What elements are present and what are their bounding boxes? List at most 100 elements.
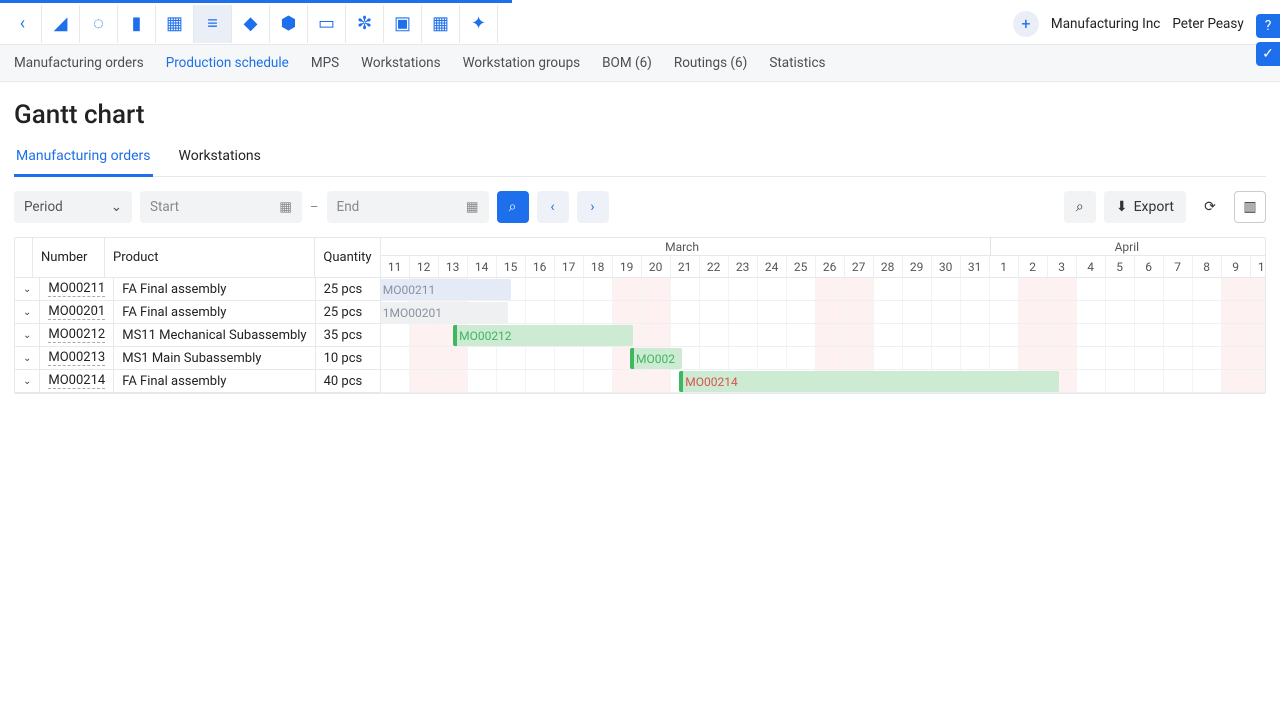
next-button[interactable]: ›: [577, 191, 609, 223]
order-number: MO00214: [40, 370, 114, 392]
user-name[interactable]: Peter Peasy: [1172, 16, 1243, 32]
gantt-cell: [1251, 324, 1265, 346]
day-cell: 12: [410, 256, 439, 277]
end-date-input[interactable]: End ▦: [327, 191, 489, 223]
gantt-cell: [584, 347, 613, 369]
gantt-bar[interactable]: 1MO00201: [381, 302, 509, 323]
nav-gear[interactable]: ✼: [346, 5, 384, 43]
subnav: Manufacturing orders Production schedule M…: [0, 45, 1280, 82]
gantt-cell: [1193, 301, 1222, 323]
end-placeholder: End: [337, 199, 360, 215]
search-button[interactable]: ⌕: [497, 191, 529, 223]
add-button[interactable]: +: [1013, 11, 1039, 37]
expand-all-toggle[interactable]: [15, 238, 33, 277]
gantt-cell: [497, 370, 526, 392]
nav-gauge[interactable]: ◌: [80, 5, 118, 43]
day-cell: 19: [613, 256, 642, 277]
gantt-cell: [1135, 278, 1164, 300]
nav-gift[interactable]: ▦: [422, 5, 460, 43]
nav-folder[interactable]: ▭: [308, 5, 346, 43]
row-expand-toggle[interactable]: ⌄: [15, 324, 40, 346]
gantt-row: MO00212: [381, 324, 1265, 347]
gantt-icon: ≡: [207, 15, 218, 33]
gantt-cell: [816, 324, 845, 346]
subnav-item[interactable]: MPS: [311, 55, 339, 71]
columns-icon: ▥: [1243, 199, 1256, 215]
tab[interactable]: Workstations: [177, 142, 263, 176]
gantt-bar-label: MO002: [636, 352, 675, 366]
gantt-cell: [845, 347, 874, 369]
subnav-item[interactable]: Statistics: [769, 55, 825, 71]
gantt-cell: [874, 347, 903, 369]
help-badge[interactable]: ?: [1256, 14, 1280, 38]
nav-gantt[interactable]: ≡: [194, 5, 232, 43]
nav-cube[interactable]: ◆: [232, 5, 270, 43]
subnav-item[interactable]: BOM (6): [602, 55, 652, 71]
nav-bulb[interactable]: ✦: [460, 5, 498, 43]
gantt-cell: [497, 347, 526, 369]
table-row: ⌄MO00213MS1 Main Subassembly10 pcs: [15, 347, 380, 370]
gantt-bar[interactable]: MO00214: [679, 371, 1059, 392]
subnav-item[interactable]: Production schedule: [166, 55, 289, 71]
order-link[interactable]: MO00212: [48, 327, 105, 343]
gantt-cell: [526, 370, 555, 392]
subnav-item[interactable]: Workstation groups: [463, 55, 581, 71]
gantt-bar[interactable]: MO00211: [381, 279, 512, 300]
col-header-number[interactable]: Number: [33, 238, 105, 277]
col-header-quantity[interactable]: Quantity: [315, 238, 379, 277]
order-number: MO00211: [40, 278, 114, 300]
monitor-icon: ▣: [394, 15, 411, 33]
period-select[interactable]: Period ⌄: [14, 191, 132, 223]
start-date-input[interactable]: Start ▦: [140, 191, 302, 223]
gantt-cell: [787, 301, 816, 323]
gantt-bar[interactable]: MO00212: [453, 325, 633, 346]
order-link[interactable]: MO00214: [48, 373, 105, 389]
nav-calendar[interactable]: ▦: [156, 5, 194, 43]
quantity: 40 pcs: [316, 370, 380, 392]
subnav-item[interactable]: Manufacturing orders: [14, 55, 144, 71]
gantt-cell: [1193, 278, 1222, 300]
quantity: 10 pcs: [316, 347, 380, 369]
tab[interactable]: Manufacturing orders: [14, 142, 153, 177]
columns-button[interactable]: ▥: [1234, 191, 1266, 223]
company-name[interactable]: Manufacturing Inc: [1051, 16, 1160, 32]
nav-bars[interactable]: ▮: [118, 5, 156, 43]
gantt-cell: [700, 324, 729, 346]
row-expand-toggle[interactable]: ⌄: [15, 278, 40, 300]
check-badge[interactable]: ✓: [1256, 42, 1280, 66]
nav-monitor[interactable]: ▣: [384, 5, 422, 43]
day-cell: 4: [1077, 256, 1106, 277]
gantt-cell: [526, 278, 555, 300]
gantt-cell: [700, 301, 729, 323]
gantt-cell: [816, 347, 845, 369]
refresh-button[interactable]: ⟳: [1194, 191, 1226, 223]
day-cell: 29: [903, 256, 932, 277]
gantt-row: 1MO00201: [381, 301, 1265, 324]
calendar-icon: ▦: [166, 15, 183, 33]
order-link[interactable]: MO00211: [48, 281, 105, 297]
order-link[interactable]: MO00201: [48, 304, 105, 320]
chevron-left-icon: ‹: [550, 199, 554, 215]
prev-button[interactable]: ‹: [537, 191, 569, 223]
gantt-cell: [729, 347, 758, 369]
col-header-product[interactable]: Product: [105, 238, 315, 277]
topbar: ‹ ◢ ◌ ▮ ▦ ≡ ◆ ⬢ ▭ ✼ ▣ ▦ ✦ + Manufacturin…: [0, 3, 1280, 45]
subnav-item[interactable]: Routings (6): [674, 55, 747, 71]
subnav-item[interactable]: Workstations: [361, 55, 440, 71]
row-expand-toggle[interactable]: ⌄: [15, 370, 40, 392]
row-expand-toggle[interactable]: ⌄: [15, 301, 40, 323]
nav-bag[interactable]: ⬢: [270, 5, 308, 43]
order-link[interactable]: MO00213: [48, 350, 105, 366]
find-button[interactable]: ⌕: [1064, 191, 1096, 223]
row-expand-toggle[interactable]: ⌄: [15, 347, 40, 369]
export-button[interactable]: ⬇ Export: [1104, 191, 1186, 223]
bars-icon: ▮: [132, 15, 142, 33]
gauge-icon: ◌: [93, 15, 104, 33]
gantt-cell: [1164, 347, 1193, 369]
product-name: FA Final assembly: [114, 301, 315, 323]
day-cell: 3: [1048, 256, 1077, 277]
gantt-bar[interactable]: MO002: [630, 348, 682, 369]
gantt-cell: [1048, 278, 1077, 300]
back-button[interactable]: ‹: [4, 5, 42, 43]
nav-logo[interactable]: ◢: [42, 5, 80, 43]
